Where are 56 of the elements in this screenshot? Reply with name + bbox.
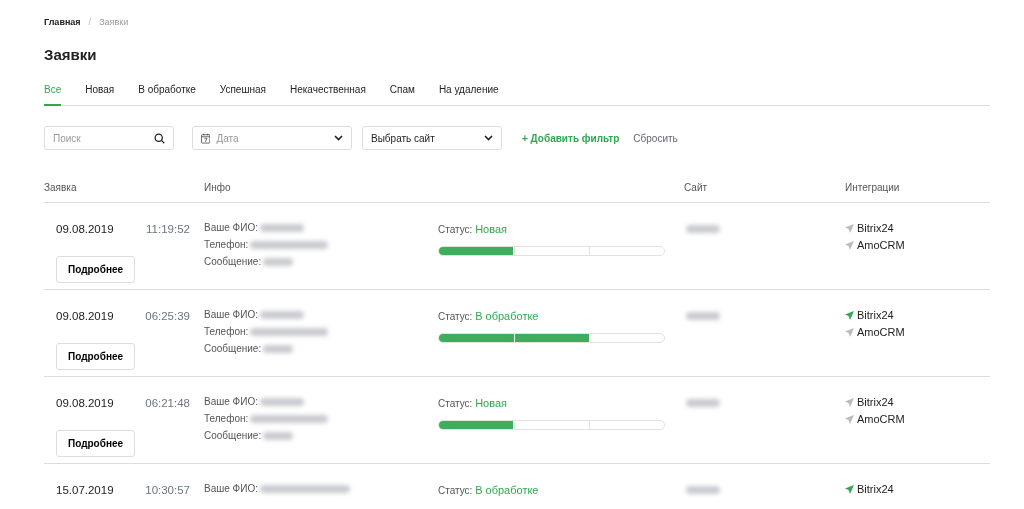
integration-name: AmoCRM [857,325,905,341]
status-text: Статус: В обработке [438,483,540,498]
filter-tab[interactable]: В обработке [138,82,196,106]
integration-name: AmoCRM [857,412,905,428]
field-label: Телефон: [204,412,249,426]
reset-link[interactable]: Сбросить [631,130,680,146]
filter-tab[interactable]: Успешная [219,82,266,106]
chevron-down-icon [334,135,343,141]
page-title: Заявки [44,44,98,65]
search-input[interactable]: Поиск [53,130,148,146]
time-text: 06:21:48 [145,396,190,411]
details-button[interactable]: Подробнее [56,430,136,458]
field-label: Сообщение: [204,429,262,443]
time-text: 10:30:57 [145,483,190,498]
status-text: Статус: В обработке [438,309,540,324]
status-text: Статус: Новая [438,222,509,237]
field-label: Телефон: [204,325,249,339]
column-header: Интеграции [845,181,901,195]
time-text: 11:19:52 [146,222,190,237]
breadcrumb-current: Заявки [99,16,129,29]
date-text: 15.07.2019 [56,483,114,498]
column-header: Заявка [44,181,78,195]
breadcrumb-link[interactable]: Главная [44,16,81,30]
search-field[interactable]: Поиск [44,126,174,150]
integration-name: AmoCRM [857,238,905,254]
field-label: Ваше ФИО: [204,482,258,496]
field-label: Ваше ФИО: [204,395,258,409]
field-label: Ваше ФИО: [204,221,258,235]
filter-tab[interactable]: На удаление [438,82,499,106]
filter-tab[interactable]: Спам [389,82,415,106]
field-label: Телефон: [204,238,249,252]
column-header: Сайт [684,181,709,195]
field-label: Сообщение: [204,342,262,356]
field-label: Ваше ФИО: [204,308,258,322]
site-dropdown[interactable]: Выбрать сайт [362,126,502,150]
integration-name: Bitrix24 [857,395,894,411]
column-header: Инфо [204,181,232,195]
date-input[interactable]: Дата [216,130,328,146]
date-text: 09.08.2019 [56,222,114,237]
breadcrumb-separator: / [88,16,92,29]
filter-tab[interactable]: Некачественная [289,82,366,106]
integration-name: Bitrix24 [857,308,894,324]
field-label: Сообщение: [204,255,262,269]
status-text: Статус: Новая [438,396,509,411]
integration-name: Bitrix24 [857,221,894,237]
details-button[interactable]: Подробнее [56,256,136,284]
date-text: 09.08.2019 [56,396,114,411]
filter-tab[interactable]: Новая [85,82,115,106]
calendar-icon [201,131,211,145]
date-field[interactable]: Дата [192,126,352,150]
chevron-down-icon [484,135,493,141]
time-text: 06:25:39 [145,309,190,324]
search-icon[interactable] [153,131,165,145]
integration-name: Bitrix24 [857,482,894,498]
details-button[interactable]: Подробнее [56,343,136,371]
date-text: 09.08.2019 [56,309,114,324]
